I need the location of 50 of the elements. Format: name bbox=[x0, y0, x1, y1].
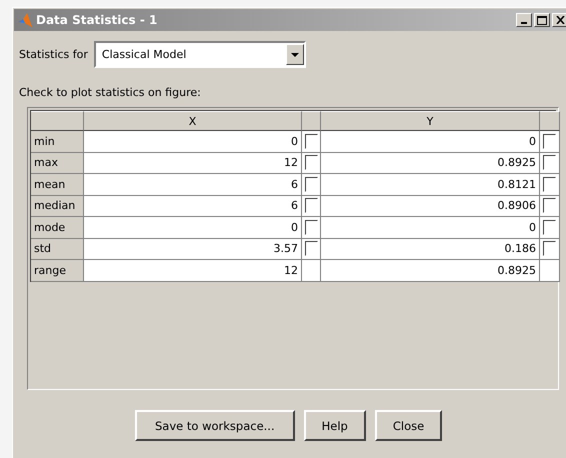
checkbox[interactable] bbox=[543, 134, 556, 149]
column-header: Y bbox=[321, 111, 540, 131]
table-cell: 12 bbox=[84, 152, 302, 174]
row-header: range bbox=[31, 260, 84, 282]
checkbox[interactable] bbox=[543, 220, 556, 235]
table-cell: 0.8906 bbox=[321, 196, 540, 217]
close-button[interactable] bbox=[552, 13, 566, 27]
checkbox[interactable] bbox=[304, 155, 318, 170]
row-header: max bbox=[31, 152, 84, 174]
close-icon bbox=[556, 16, 564, 24]
dataset-dropdown[interactable]: Classical Model bbox=[94, 41, 306, 68]
checkbox[interactable] bbox=[543, 198, 556, 214]
checkbox[interactable] bbox=[304, 134, 318, 149]
maximize-button[interactable] bbox=[534, 13, 550, 27]
window-title: Data Statistics - 1 bbox=[36, 13, 158, 27]
maximize-icon bbox=[537, 16, 547, 24]
table-cell: 6 bbox=[84, 196, 302, 217]
save-to-workspace-button[interactable]: Save to workspace... bbox=[135, 410, 295, 441]
row-header: median bbox=[31, 196, 84, 217]
checkbox[interactable] bbox=[543, 155, 556, 170]
checkbox[interactable] bbox=[304, 220, 318, 235]
corner-header bbox=[31, 111, 84, 131]
app-logo-icon bbox=[17, 12, 33, 28]
row-header: mode bbox=[31, 217, 84, 238]
checkbox[interactable] bbox=[304, 176, 318, 192]
checkbox[interactable] bbox=[304, 241, 318, 256]
table-cell: 0.8121 bbox=[321, 174, 540, 196]
checkbox[interactable] bbox=[543, 176, 556, 192]
table-cell: 12 bbox=[84, 260, 302, 282]
table-cell: 0 bbox=[321, 131, 540, 152]
row-header: std bbox=[31, 238, 84, 260]
table-cell: 0.8925 bbox=[321, 260, 540, 282]
table-cell: 0 bbox=[84, 217, 302, 238]
instruction-text: Check to plot statistics on figure: bbox=[19, 86, 202, 99]
row-header: mean bbox=[31, 174, 84, 196]
row-header: min bbox=[31, 131, 84, 152]
checkbox[interactable] bbox=[543, 241, 556, 256]
minimize-button[interactable] bbox=[516, 13, 532, 27]
table-cell: 0 bbox=[84, 131, 302, 152]
table-cell: 3.57 bbox=[84, 238, 302, 260]
column-header: X bbox=[84, 111, 302, 131]
checkbox[interactable] bbox=[304, 198, 318, 214]
table-cell: 0.186 bbox=[321, 238, 540, 260]
dropdown-arrow-icon bbox=[290, 52, 299, 56]
close-dialog-button[interactable]: Close bbox=[374, 410, 442, 441]
help-button[interactable]: Help bbox=[304, 410, 366, 441]
table-cell: 0 bbox=[321, 217, 540, 238]
statistics-for-label: Statistics for bbox=[19, 48, 88, 61]
table-cell: 0.8925 bbox=[321, 152, 540, 174]
table-cell: 6 bbox=[84, 174, 302, 196]
